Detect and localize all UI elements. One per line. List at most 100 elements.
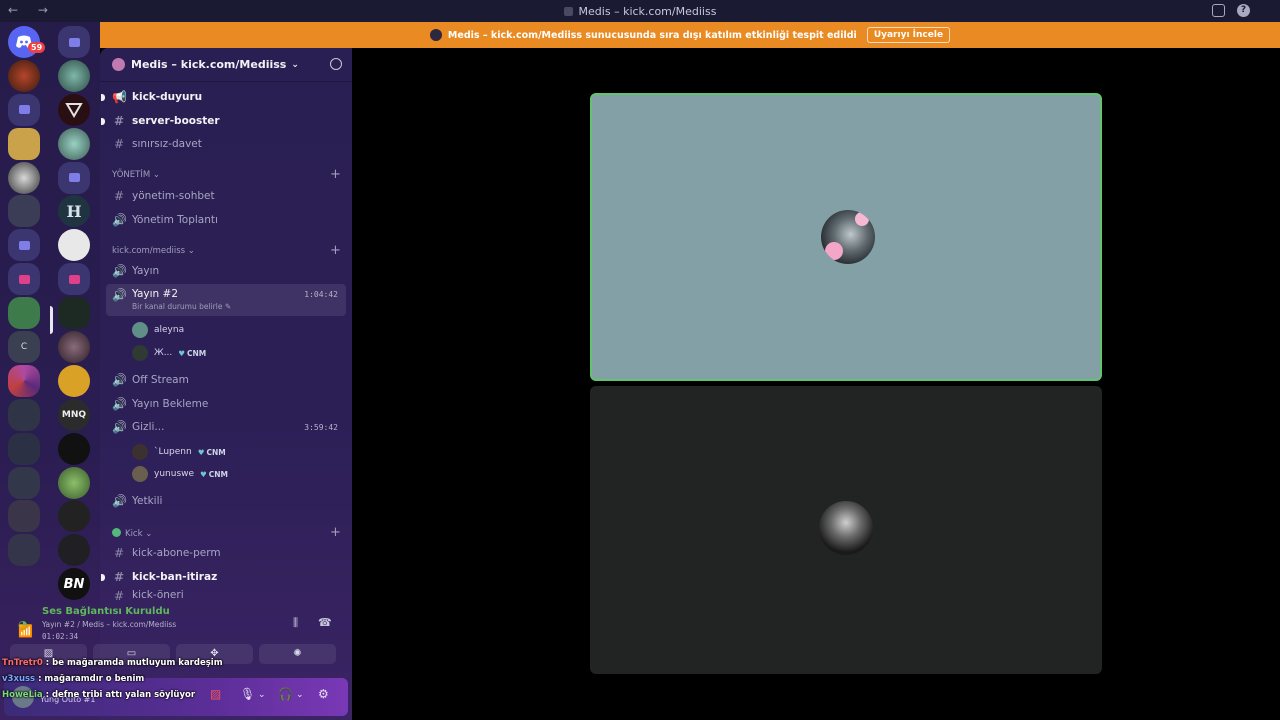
speaker-icon: 🔊 (112, 494, 127, 508)
voice-member[interactable]: `LupennCNM (132, 444, 226, 460)
server-icon[interactable]: H (58, 195, 90, 228)
speaker-icon: 🔊 (112, 288, 127, 302)
review-warning-button[interactable]: Uyarıyı İncele (866, 27, 951, 43)
avatar (132, 444, 148, 460)
channel-kick-duyuru[interactable]: 📢 kick-duyuru (101, 86, 346, 108)
speaker-icon: 🔊 (112, 397, 127, 411)
channel-timer: 1:04:42 (304, 290, 338, 299)
help-icon[interactable]: ? (1237, 4, 1250, 17)
create-channel-icon[interactable]: + (330, 243, 341, 258)
noise-suppression-icon[interactable]: ⫼ (293, 616, 298, 630)
voice-channel-path[interactable]: Yayın #2 / Medis – kick.com/Mediiss (42, 620, 176, 629)
chevron-down-icon: ⌄ (291, 59, 299, 70)
gear-icon[interactable]: ⚙ (318, 687, 329, 701)
server-icon[interactable] (58, 364, 90, 397)
discord-home-icon[interactable]: 59 (8, 26, 46, 58)
microphone-icon[interactable]: 🎙 (240, 687, 255, 701)
voice-member[interactable]: aleyna (132, 322, 184, 338)
create-channel-icon[interactable]: + (330, 167, 341, 182)
channel-yetkili[interactable]: 🔊 Yetkili (106, 490, 346, 512)
channel-yayin-bekleme[interactable]: 🔊 Yayın Bekleme (106, 393, 346, 415)
chevron-down-icon[interactable]: ⌄ (296, 690, 304, 700)
server-icon[interactable] (8, 195, 40, 228)
avatar (132, 322, 148, 338)
hash-icon: # (113, 189, 125, 203)
channel-yayin-2[interactable]: 🔊 Yayın #2 1:04:42 Bir kanal durumu belir… (106, 284, 346, 316)
voice-elapsed-time: 01:02:34 (42, 632, 79, 641)
speaker-icon: 🔊 (112, 213, 127, 227)
server-folder-icon[interactable] (8, 263, 40, 296)
server-icon[interactable] (58, 500, 90, 533)
selected-server-indicator (50, 306, 53, 334)
soundboard-button[interactable]: ✺ (259, 644, 336, 664)
server-icon[interactable] (58, 466, 90, 499)
chat-overlay-line: HoweLia : defne tribi attı yalan söylüyo… (2, 690, 196, 700)
server-column-left: 59 C (8, 26, 46, 568)
channel-kick-abone-perm[interactable]: # kick-abone-perm (106, 542, 346, 564)
category-kick[interactable]: Kick ⌄ + (112, 525, 341, 540)
disconnect-icon[interactable]: ☎ (318, 616, 332, 629)
server-folder-icon[interactable] (58, 161, 90, 194)
server-icon[interactable] (8, 297, 40, 330)
voice-connected-title[interactable]: Ses Bağlantısı Kuruldu (42, 606, 170, 617)
server-icon[interactable] (58, 432, 90, 465)
server-icon[interactable] (8, 161, 40, 194)
server-icon (112, 58, 125, 71)
server-icon[interactable]: BN (58, 568, 90, 601)
avatar (132, 466, 148, 482)
server-icon[interactable]: MNQ (58, 398, 90, 431)
server-folder-icon[interactable] (8, 93, 40, 126)
megaphone-icon: 📢 (112, 90, 127, 104)
server-folder-icon[interactable] (58, 263, 90, 296)
channel-kick-ban-itiraz[interactable]: # kick-ban-itiraz (101, 566, 346, 588)
server-icon[interactable] (8, 466, 40, 499)
server-icon[interactable] (8, 364, 40, 397)
server-icon[interactable] (8, 127, 40, 160)
server-icon[interactable] (58, 127, 90, 160)
unread-indicator (101, 94, 105, 101)
inbox-icon[interactable] (1212, 4, 1225, 17)
server-folder-icon[interactable] (8, 229, 40, 262)
chevron-down-icon[interactable]: ⌄ (258, 690, 266, 700)
speaker-icon: 🔊 (112, 264, 127, 278)
channel-gizli[interactable]: 🔊 Gizli... 3:59:42 (106, 416, 346, 438)
clan-tag: CNM (178, 349, 206, 358)
server-icon[interactable] (58, 297, 90, 330)
headphones-icon[interactable]: 🎧 (278, 687, 293, 701)
voice-member[interactable]: Ж...CNM (132, 345, 206, 361)
server-folder-icon[interactable] (58, 26, 90, 58)
channel-yayin[interactable]: 🔊 Yayın (106, 260, 346, 282)
category-kick-mediiss[interactable]: kick.com/mediiss ⌄ + (112, 243, 341, 258)
channel-sinirsiz-davet[interactable]: # sınırsız-davet (106, 133, 346, 155)
server-icon[interactable] (8, 534, 40, 567)
channel-server-booster[interactable]: # server-booster (101, 110, 346, 132)
server-column-right: H MNQ BN (58, 26, 92, 602)
create-channel-icon[interactable]: + (330, 525, 341, 540)
chat-overlay-line: TnTretr0 : be mağaramda mutluyum kardeşi… (2, 658, 223, 668)
clan-tag: CNM (200, 470, 228, 479)
camera-off-icon[interactable]: ▨ (210, 687, 221, 701)
channel-status[interactable]: Bir kanal durumu belirle ✎ (132, 302, 231, 311)
server-icon[interactable] (58, 93, 90, 126)
server-icon[interactable] (8, 500, 40, 533)
server-icon[interactable] (58, 534, 90, 567)
server-icon[interactable] (58, 59, 90, 92)
server-header[interactable]: Medis – kick.com/Mediiss ⌄ (100, 48, 352, 82)
channel-yonetim-toplanti[interactable]: 🔊 Yönetim Toplantı (106, 209, 346, 231)
server-icon[interactable] (8, 59, 40, 92)
server-icon[interactable] (58, 229, 90, 262)
category-yonetim[interactable]: YÖNETİM ⌄ + (112, 167, 341, 182)
signal-icon[interactable]: ◔ (18, 618, 28, 631)
add-member-icon[interactable] (330, 58, 342, 70)
server-icon[interactable]: C (8, 331, 40, 364)
voice-member[interactable]: yunusweCNM (132, 466, 228, 482)
server-icon[interactable] (8, 398, 40, 431)
unread-indicator (101, 118, 105, 125)
participant-tile[interactable] (590, 386, 1102, 674)
channel-off-stream[interactable]: 🔊 Off Stream (106, 369, 346, 391)
server-icon[interactable] (58, 331, 90, 364)
participant-tile-speaking[interactable] (590, 93, 1102, 381)
channel-yonetim-sohbet[interactable]: # yönetim-sohbet (106, 185, 346, 207)
window-title: Medis – kick.com/Mediiss (0, 5, 1280, 18)
server-icon[interactable] (8, 432, 40, 465)
